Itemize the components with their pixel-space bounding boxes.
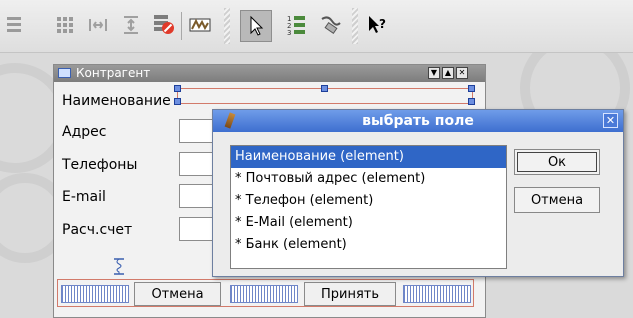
close-button[interactable]: ✕	[456, 67, 468, 79]
list-item[interactable]: * Почтовый адрес (element)	[231, 168, 506, 190]
resize-handle[interactable]	[321, 85, 328, 92]
select-field-dialog[interactable]: выбрать поле ✕ Наименование (element) * …	[212, 109, 624, 277]
resize-handle[interactable]	[174, 98, 181, 105]
resize-handle[interactable]	[468, 85, 475, 92]
field-label-name: Наименование	[62, 93, 171, 109]
distribute-vertical-icon[interactable]	[1, 12, 27, 38]
toolbar-separator	[181, 12, 182, 40]
ok-button[interactable]: Ок	[514, 149, 600, 175]
field-label-phones: Телефоны	[62, 157, 138, 173]
field-label-account: Расч.счет	[62, 222, 133, 238]
resize-handle[interactable]	[174, 85, 181, 92]
maximize-button[interactable]: ▲	[442, 67, 454, 79]
toolbar-grip[interactable]	[352, 8, 358, 44]
delete-widget-icon[interactable]	[151, 12, 177, 38]
cancel-button[interactable]: Отмена	[134, 282, 221, 306]
field-label-email: E-mail	[62, 189, 106, 205]
toolbar: 123 ?	[0, 0, 633, 53]
horizontal-spacer-icon[interactable]	[403, 285, 471, 303]
list-item[interactable]: * Банк (element)	[231, 234, 506, 256]
edit-widgets-icon[interactable]	[187, 12, 213, 38]
whats-this-icon[interactable]: ?	[365, 12, 391, 38]
break-layout-icon[interactable]	[85, 12, 111, 38]
button-row-layout[interactable]: Отмена Принять	[57, 279, 474, 307]
svg-text:?: ?	[379, 17, 386, 31]
tab-order-icon[interactable]: 123	[283, 12, 309, 38]
dialog-title: выбрать поле	[362, 113, 474, 129]
dialog-close-button[interactable]: ✕	[603, 113, 618, 128]
list-item[interactable]: * E-Mail (element)	[231, 212, 506, 234]
field-listbox[interactable]: Наименование (element) * Почтовый адрес …	[230, 145, 507, 269]
dialog-titlebar[interactable]: выбрать поле ✕	[213, 110, 623, 132]
grid-layout-icon[interactable]	[52, 12, 78, 38]
horizontal-spacer-icon[interactable]	[61, 285, 129, 303]
accept-button[interactable]: Принять	[304, 282, 396, 306]
pointer-icon[interactable]	[240, 10, 272, 42]
svg-text:3: 3	[287, 29, 291, 37]
list-item[interactable]: Наименование (element)	[231, 146, 506, 168]
list-item[interactable]: * Телефон (element)	[231, 190, 506, 212]
adjust-size-icon[interactable]	[118, 12, 144, 38]
resize-handle[interactable]	[468, 98, 475, 105]
window-icon	[58, 68, 71, 78]
form-title: Контрагент	[76, 66, 151, 80]
form-titlebar[interactable]: Контрагент ▼ ▲ ✕	[54, 65, 485, 82]
vertical-spacer-icon[interactable]	[114, 258, 124, 275]
toolbar-grip[interactable]	[224, 8, 230, 44]
dialog-cancel-button[interactable]: Отмена	[514, 187, 600, 213]
edit-connections-icon[interactable]	[317, 12, 343, 38]
field-label-address: Адрес	[62, 124, 107, 140]
horizontal-spacer-icon[interactable]	[230, 285, 298, 303]
minimize-button[interactable]: ▼	[428, 67, 440, 79]
